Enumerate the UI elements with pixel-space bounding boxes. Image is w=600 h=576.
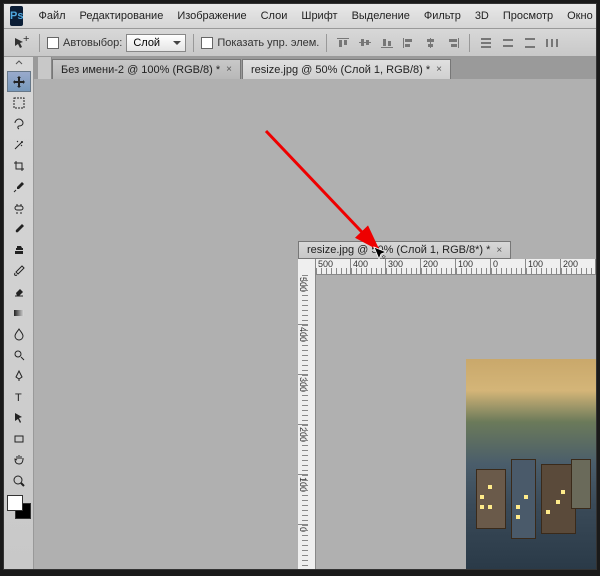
distribute-left-icon[interactable] [543,35,561,51]
blur-tool[interactable] [7,323,31,344]
image-content [466,359,596,569]
align-top-icon[interactable] [334,35,352,51]
menu-edit[interactable]: Редактирование [73,7,171,25]
distribute-bottom-icon[interactable] [521,35,539,51]
tab-label: resize.jpg @ 50% (Слой 1, RGB/8*) * [307,244,490,256]
tools-panel: T [4,57,34,569]
auto-select-dropdown[interactable]: Слой [126,34,186,52]
separator [326,34,327,52]
rectangle-tool[interactable] [7,428,31,449]
horizontal-ruler[interactable]: 500 400 300 200 100 0 100 200 [316,259,596,275]
history-brush-tool[interactable] [7,260,31,281]
distribute-vcenter-icon[interactable] [499,35,517,51]
separator [193,34,194,52]
lasso-tool[interactable] [7,113,31,134]
ruler-tick: 500 [298,275,308,325]
foreground-color-swatch[interactable] [7,495,23,511]
menu-filter[interactable]: Фильтр [417,7,468,25]
hand-tool[interactable] [7,449,31,470]
menu-bar: Ps Файл Редактирование Изображение Слои … [4,4,596,29]
floating-window-tab[interactable]: resize.jpg @ 50% (Слой 1, RGB/8*) * × [298,241,511,259]
horizontal-type-tool[interactable]: T [7,386,31,407]
tab-label: resize.jpg @ 50% (Слой 1, RGB/8) * [251,64,430,76]
distribute-top-icon[interactable] [477,35,495,51]
ruler-tick: 100 [298,475,308,525]
align-hcenter-icon[interactable] [422,35,440,51]
align-vcenter-icon[interactable] [356,35,374,51]
dodge-tool[interactable] [7,344,31,365]
ruler-tick: 400 [298,325,308,375]
ruler-tick: 300 [386,259,421,274]
auto-select-checkbox[interactable] [47,37,59,49]
gradient-tool[interactable] [7,302,31,323]
rectangular-marquee-tool[interactable] [7,92,31,113]
separator [39,34,40,52]
menu-layers[interactable]: Слои [254,7,295,25]
align-bottom-icon[interactable] [378,35,396,51]
ruler-tick: 100 [456,259,491,274]
ruler-tick: 200 [421,259,456,274]
close-icon[interactable]: × [496,245,502,256]
menu-view[interactable]: Просмотр [496,7,560,25]
ruler-tick: 0 [491,259,526,274]
menu-file[interactable]: Файл [31,7,72,25]
menu-type[interactable]: Шрифт [294,7,344,25]
menu-select[interactable]: Выделение [345,7,417,25]
spot-healing-brush-tool[interactable] [7,197,31,218]
photoshop-window: Ps Файл Редактирование Изображение Слои … [3,3,597,570]
pen-tool[interactable] [7,365,31,386]
eyedropper-tool[interactable] [7,176,31,197]
app-logo: Ps [10,6,23,26]
options-bar: + Автовыбор: Слой Показать упр. элем. [4,29,596,57]
auto-select-value: Слой [133,37,160,49]
ruler-tick: 300 [298,375,308,425]
vertical-ruler[interactable]: 500 400 300 200 100 0 100 [298,259,316,569]
align-right-icon[interactable] [444,35,462,51]
ruler-tick: 100 [526,259,561,274]
close-icon[interactable]: × [436,64,442,75]
svg-text:+: + [23,36,29,45]
menu-window[interactable]: Окно [560,7,600,25]
auto-select-label: Автовыбор: [63,37,122,49]
floating-canvas[interactable] [316,275,596,569]
menu-image[interactable]: Изображение [170,7,253,25]
path-selection-tool[interactable] [7,407,31,428]
ruler-tick: 400 [351,259,386,274]
tab-gutter [38,57,52,79]
ruler-tick: 200 [561,259,596,274]
ruler-tick: 500 [316,259,351,274]
document-tabs: Без имени-2 @ 100% (RGB/8) * × resize.jp… [34,57,596,79]
svg-text:T: T [15,392,22,404]
move-tool[interactable] [7,71,31,92]
workspace: T Без имени-2 @ 100% (RGB/8) * × resize.… [4,57,596,569]
floating-document-window[interactable]: resize.jpg @ 50% (Слой 1, RGB/8*) * × 50… [298,241,596,569]
ruler-tick: 200 [298,425,308,475]
magic-wand-tool[interactable] [7,134,31,155]
separator [469,34,470,52]
document-tab-2[interactable]: resize.jpg @ 50% (Слой 1, RGB/8) * × [242,59,451,79]
color-swatches[interactable] [7,495,31,519]
clone-stamp-tool[interactable] [7,239,31,260]
align-left-icon[interactable] [400,35,418,51]
tab-label: Без имени-2 @ 100% (RGB/8) * [61,64,220,76]
document-area: Без имени-2 @ 100% (RGB/8) * × resize.jp… [34,57,596,569]
show-transform-controls-label: Показать упр. элем. [217,37,319,49]
menu-3d[interactable]: 3D [468,7,496,25]
close-icon[interactable]: × [226,64,232,75]
show-transform-controls-checkbox[interactable] [201,37,213,49]
document-tab-1[interactable]: Без имени-2 @ 100% (RGB/8) * × [52,59,241,79]
zoom-tool[interactable] [7,470,31,491]
collapse-toolbar-icon[interactable] [6,59,32,69]
eraser-tool[interactable] [7,281,31,302]
brush-tool[interactable] [7,218,31,239]
ruler-tick: 0 [298,525,308,569]
crop-tool[interactable] [7,155,31,176]
move-tool-indicator-icon[interactable]: + [10,34,32,52]
